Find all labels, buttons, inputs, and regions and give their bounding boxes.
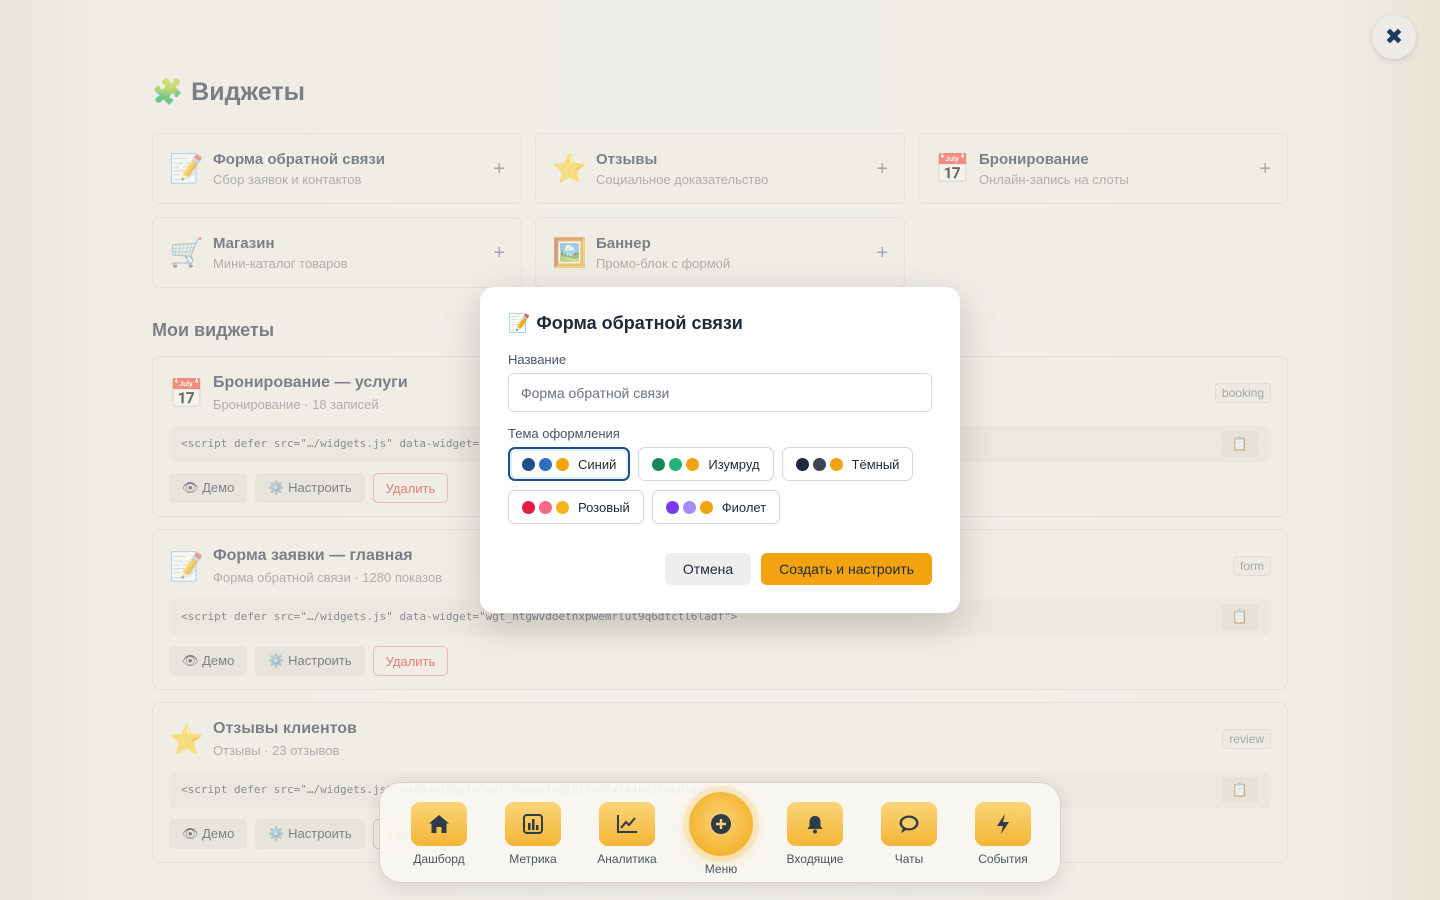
plus-circle-icon: [689, 792, 753, 856]
memo-icon: 📝: [508, 313, 531, 333]
cancel-button[interactable]: Отмена: [664, 553, 752, 585]
color-swatch-icon: [539, 457, 552, 471]
color-swatch-icon: [699, 500, 713, 514]
dock-item-dashboard[interactable]: Дашборд: [399, 802, 479, 866]
color-swatch-icon: [556, 500, 569, 514]
create-widget-dialog: 📝 Форма обратной связи Название Тема офо…: [480, 287, 960, 613]
theme-label: Розовый: [578, 499, 630, 515]
theme-option[interactable]: Изумруд: [638, 447, 774, 481]
theme-label: Изумруд: [708, 456, 760, 472]
line-chart-icon: [599, 802, 655, 846]
color-swatch-icon: [539, 500, 552, 514]
dock-item-metrics[interactable]: Метрика: [493, 802, 573, 866]
theme-label: Тёмный: [851, 456, 900, 472]
theme-label: Фиолет: [721, 499, 767, 515]
color-swatch-icon: [829, 457, 843, 471]
color-swatch-icon: [556, 457, 569, 471]
color-swatch-icon: [812, 457, 826, 471]
dock-item-analytics[interactable]: Аналитика: [587, 802, 667, 866]
bottom-dock: Дашборд Метрика Аналитика Меню Входящие …: [379, 782, 1061, 883]
home-icon: [411, 802, 467, 846]
name-input[interactable]: [508, 373, 932, 412]
color-swatch-icon: [522, 500, 535, 514]
chat-bubble-icon: [881, 802, 937, 846]
color-swatch-icon: [652, 457, 666, 471]
theme-option[interactable]: Розовый: [508, 490, 644, 524]
bar-chart-icon: [505, 802, 561, 846]
theme-option[interactable]: Синий: [508, 447, 631, 481]
lightning-icon: [975, 802, 1031, 846]
name-label: Название: [508, 352, 567, 367]
create-button[interactable]: Создать и настроить: [761, 553, 932, 585]
color-swatch-icon: [669, 457, 683, 471]
dock-item-menu[interactable]: Меню: [688, 792, 754, 876]
dock-item-inbox[interactable]: Входящие: [775, 802, 855, 866]
dock-item-events[interactable]: События: [963, 802, 1043, 866]
theme-option[interactable]: Тёмный: [781, 447, 914, 481]
color-swatch-icon: [795, 457, 809, 471]
color-swatch-icon: [686, 457, 700, 471]
dialog-title: 📝 Форма обратной связи: [508, 313, 743, 333]
bell-icon: [787, 802, 843, 846]
theme-options: Синий Изумруд Тёмный Розовый Фиолет: [508, 447, 938, 524]
dock-item-chats[interactable]: Чаты: [869, 802, 949, 866]
color-swatch-icon: [522, 457, 535, 471]
theme-label: Тема оформления: [508, 426, 620, 441]
color-swatch-icon: [682, 500, 696, 514]
close-icon[interactable]: ✖: [1372, 15, 1416, 59]
color-swatch-icon: [665, 500, 679, 514]
theme-label: Синий: [578, 456, 617, 472]
theme-option[interactable]: Фиолет: [651, 490, 781, 524]
